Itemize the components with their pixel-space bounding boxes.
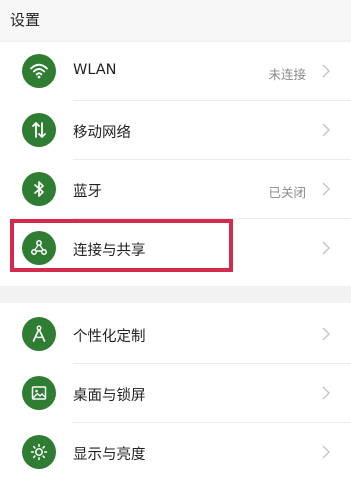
chevron-right-icon — [322, 64, 330, 78]
settings-item-label: 显示与亮度 — [73, 447, 146, 463]
settings-item-display-brightness[interactable]: 显示与亮度 — [0, 423, 351, 482]
status-text: 未连接 — [268, 67, 306, 82]
compass-icon — [22, 317, 56, 351]
chevron-right-icon — [322, 123, 330, 137]
settings-item-desktop-lockscreen[interactable]: 桌面与锁屏 — [0, 364, 351, 423]
settings-item-personalization[interactable]: 个性化定制 — [0, 305, 351, 364]
settings-item-label: 蓝牙 — [73, 184, 102, 200]
settings-item-label: WLAN — [73, 62, 117, 78]
settings-item-label: 移动网络 — [73, 125, 131, 141]
status-text: 已关闭 — [268, 185, 306, 200]
picture-icon — [22, 376, 56, 410]
chevron-right-icon — [322, 182, 330, 196]
chevron-right-icon — [322, 241, 330, 255]
settings-item-wlan[interactable]: WLAN 未连接 — [0, 42, 351, 101]
page-title: 设置 — [10, 11, 41, 29]
settings-item-label: 桌面与锁屏 — [73, 388, 146, 404]
settings-item-label: 个性化定制 — [73, 329, 146, 345]
chevron-right-icon — [322, 445, 330, 459]
settings-item-bluetooth[interactable]: 蓝牙 已关闭 — [0, 160, 351, 219]
bluetooth-icon — [22, 172, 56, 206]
settings-item-mobile-network[interactable]: 移动网络 — [0, 101, 351, 160]
brightness-icon — [22, 435, 56, 469]
mobile-data-icon — [22, 113, 56, 147]
highlight-annotation-box — [10, 219, 233, 272]
chevron-right-icon — [322, 327, 330, 341]
chevron-right-icon — [322, 386, 330, 400]
personalization-settings-group: 个性化定制 桌面与锁屏 显示与亮度 — [0, 303, 351, 489]
wifi-icon — [22, 54, 56, 88]
settings-header: 设置 — [0, 0, 351, 40]
